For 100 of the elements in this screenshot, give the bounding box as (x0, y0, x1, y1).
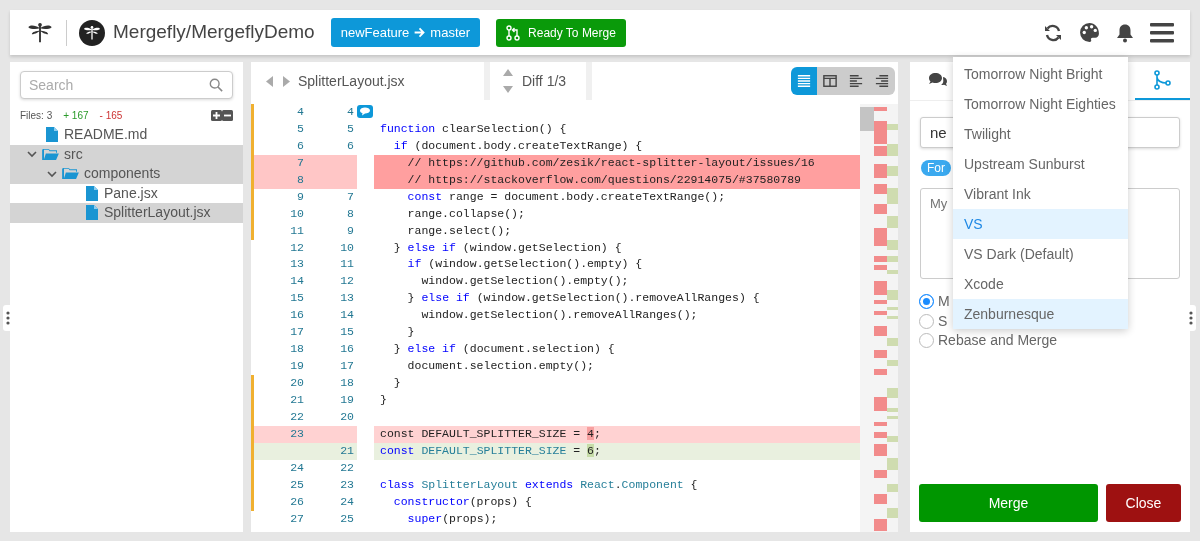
files-count: Files: 3 (20, 108, 53, 123)
line-number: 17 (289, 324, 305, 341)
palette-icon[interactable] (1079, 22, 1100, 43)
file-icon (46, 127, 58, 143)
line-number: 18 (339, 375, 355, 391)
line-number: 23 (339, 476, 355, 493)
line-number: 25 (339, 510, 355, 527)
branch-icon[interactable] (1151, 70, 1174, 90)
theme-menu-item[interactable]: VS Dark (Default) (953, 239, 1128, 269)
line-number: 15 (289, 290, 305, 307)
code-line: } else if (window.getSelection) { (392, 239, 623, 256)
avatar-icon (79, 19, 105, 46)
line-number: 16 (289, 307, 305, 324)
line-number: 8 (346, 205, 355, 222)
code-line: } else if (document.selection) { (392, 341, 616, 358)
splitter-handle-icon[interactable] (3, 305, 13, 331)
line-number: 27 (289, 510, 305, 527)
merge-button[interactable]: Merge (919, 484, 1098, 522)
code-line: constructor(props) { (392, 493, 533, 510)
columns-icon[interactable] (823, 74, 837, 88)
folder-icon (42, 147, 59, 161)
line-number: 7 (346, 188, 355, 205)
line-number: 21 (251, 391, 307, 409)
code-line: document.selection.empty(); (406, 358, 595, 375)
theme-menu-item[interactable]: Tomorrow Night Eighties (953, 89, 1128, 119)
line-number: 24 (251, 459, 307, 477)
text-lines-icon[interactable] (875, 74, 889, 88)
deletions-count: - 165 (99, 108, 123, 123)
code-line: window.getSelection().empty(); (420, 273, 630, 290)
code-line: range.collapse(); (406, 205, 526, 222)
line-number: 12 (339, 273, 355, 290)
line-number: 12 (289, 239, 305, 256)
unified-view-button[interactable] (791, 67, 817, 95)
line-number: 7 (251, 154, 307, 172)
code-line: } (379, 391, 388, 408)
expand-all-icon[interactable] (211, 109, 222, 121)
line-number: 25 (251, 476, 307, 494)
line-number: 10 (251, 205, 307, 223)
radio-icon[interactable] (919, 294, 934, 310)
folder-icon (62, 167, 79, 181)
additions-count: + 167 (63, 108, 89, 123)
merge-option-radio[interactable]: Rebase and Merge (910, 331, 1064, 351)
code-line: if (window.getSelection().empty) { (406, 256, 644, 273)
split-view-button[interactable] (817, 67, 843, 95)
search-icon (209, 78, 223, 92)
theme-menu-item[interactable]: Twilight (953, 119, 1128, 149)
line-number: 20 (251, 375, 307, 392)
code-line: range.select(); (406, 222, 513, 239)
line-number: 18 (289, 341, 305, 358)
line-number: 13 (339, 290, 355, 307)
text-lines-icon[interactable] (849, 74, 863, 88)
theme-menu-item[interactable]: Vibrant Ink (953, 179, 1128, 209)
code-line: super(props); (406, 510, 499, 527)
branch-button[interactable]: newFeature master (330, 17, 481, 48)
align-right-view-button[interactable] (869, 67, 895, 95)
repo-title: Mergefly/MergeflyDemo (113, 20, 315, 45)
theme-menu-item[interactable]: Zenburnesque (953, 299, 1128, 329)
radio-icon[interactable] (919, 313, 934, 329)
bell-icon[interactable] (1116, 22, 1134, 43)
close-button[interactable]: Close (1106, 484, 1181, 522)
line-number: 5 (346, 120, 355, 137)
tree-item[interactable]: components (10, 164, 243, 184)
file-name: SplitterLayout.jsx (298, 71, 405, 91)
menu-icon[interactable] (1150, 21, 1174, 44)
radio-icon[interactable] (919, 333, 934, 349)
ready-to-merge-button[interactable]: Ready To Merge (496, 18, 626, 47)
line-number: 19 (289, 358, 305, 375)
line-number: 17 (339, 358, 355, 375)
line-number: 6 (346, 137, 355, 154)
splitter-handle-icon[interactable] (1186, 305, 1196, 331)
line-number: 14 (339, 307, 355, 324)
code-line: } else if (window.getSelection().removeAllRanges) { (406, 290, 761, 307)
line-number: 11 (339, 256, 355, 273)
theme-menu-item[interactable]: VS (953, 209, 1128, 239)
merge-option-radio[interactable]: S (910, 311, 954, 331)
search-field[interactable]: Search (20, 71, 233, 99)
diff-counter: Diff 1/3 (522, 71, 567, 91)
collapse-all-icon[interactable] (222, 109, 233, 121)
tree-item[interactable]: Pane.jsx (10, 183, 243, 203)
line-number: 14 (289, 273, 305, 290)
line-number: 10 (339, 239, 355, 256)
theme-menu-item[interactable]: Tomorrow Night Bright (953, 59, 1128, 89)
line-number: 22 (339, 459, 355, 476)
tree-item[interactable]: SplitterLayout.jsx (10, 203, 243, 223)
code-line: class SplitterLayout extends React.Component { (379, 476, 699, 493)
tree-item[interactable]: src (10, 144, 243, 164)
comment-icon[interactable] (357, 104, 373, 120)
tree-item[interactable]: README.md (10, 125, 243, 145)
code-line: } (406, 324, 416, 341)
theme-menu-item[interactable]: Upstream Sunburst (953, 149, 1128, 179)
code-line: const range = document.body.createTextRange(); (406, 188, 727, 205)
line-number: 15 (339, 324, 355, 341)
line-number: 13 (289, 256, 305, 273)
line-number: 20 (339, 408, 355, 425)
pull-request-icon (506, 24, 521, 41)
line-number: 4 (251, 104, 307, 121)
line-number: 11 (251, 222, 307, 240)
refresh-icon[interactable] (1043, 22, 1063, 43)
line-number: 23 (251, 425, 307, 443)
theme-menu-item[interactable]: Xcode (953, 269, 1128, 299)
